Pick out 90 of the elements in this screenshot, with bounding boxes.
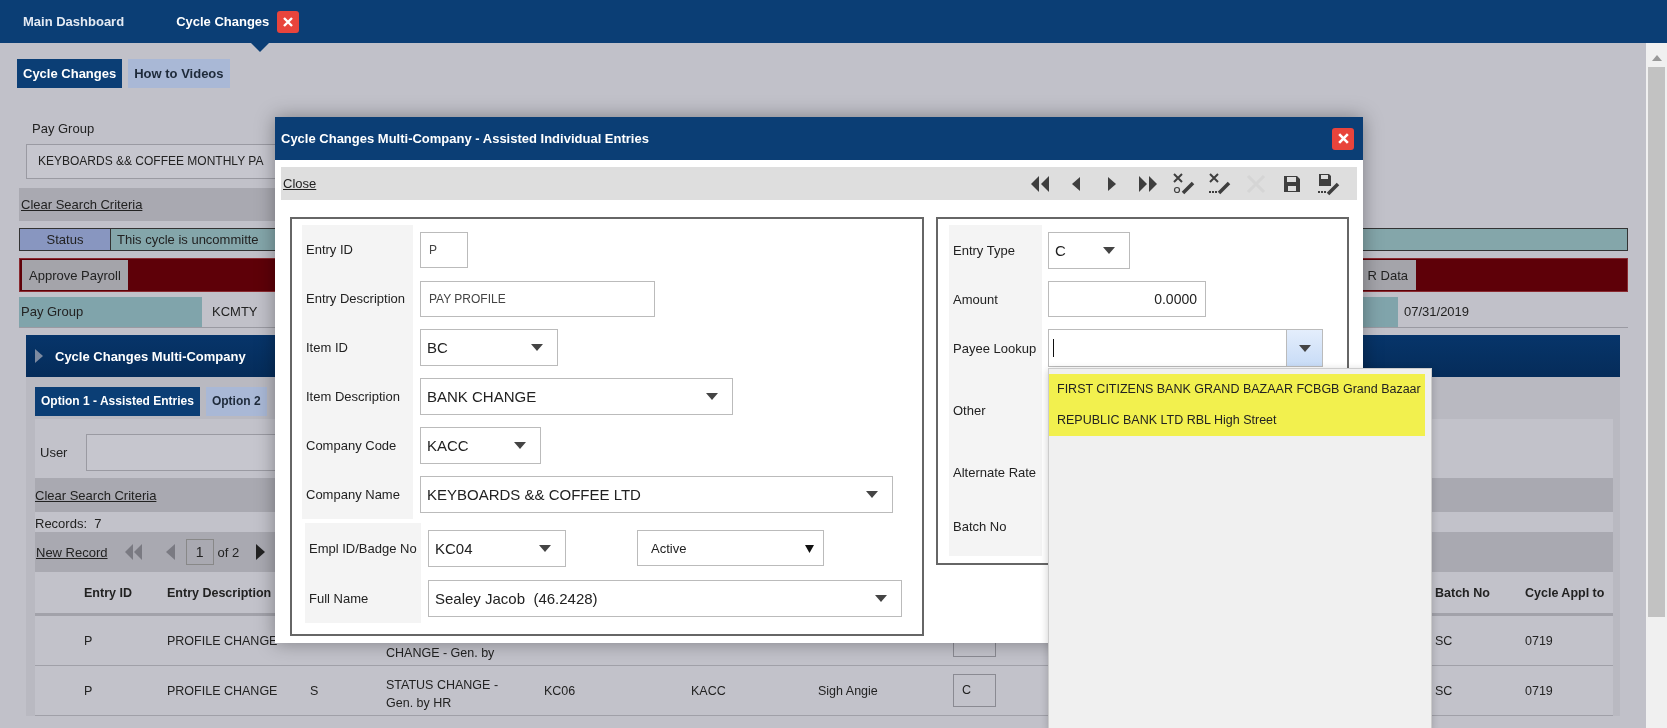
- dropdown-button[interactable]: [1286, 330, 1322, 366]
- field-label: Company Code: [305, 438, 398, 453]
- nav-tab[interactable]: Cycle Changes: [176, 0, 300, 43]
- text-field[interactable]: P: [420, 231, 468, 268]
- panel-title: Cycle Changes Multi-Company: [55, 348, 246, 364]
- select-field[interactable]: BC: [420, 329, 558, 366]
- page-count: of 2: [217, 544, 240, 560]
- field-label: User: [39, 445, 69, 460]
- field-label: Item ID: [305, 340, 349, 355]
- table-cell-text: KACC: [691, 683, 727, 698]
- caret-icon: [1103, 246, 1115, 254]
- field-label: Amount: [952, 291, 999, 307]
- table-cell-text: SC: [1435, 683, 1454, 698]
- select-field[interactable]: KC04: [428, 529, 566, 567]
- date-value: 07/31/2019: [1403, 303, 1471, 321]
- caret-icon: [875, 594, 887, 602]
- amount-field[interactable]: 0.0000: [1048, 281, 1206, 317]
- close-button[interactable]: [1332, 127, 1354, 150]
- table-cell-text: PROFILE CHANGE: [167, 633, 279, 648]
- table-cell-text: PROFILE CHANGE: [167, 683, 279, 698]
- table-cell-text: 0719: [1525, 633, 1554, 648]
- clear-search-link[interactable]: Clear Search Criteria: [35, 487, 157, 503]
- field-label: Payee Lookup: [952, 340, 1038, 356]
- table-cell-text: STATUS CHANGE - Gen. by HR: [386, 677, 500, 712]
- right-triangle-icon[interactable]: [35, 349, 43, 363]
- field-label: Empl ID/Badge No: [308, 540, 418, 556]
- nav-tab[interactable]: Main Dashboard: [23, 0, 125, 43]
- option-tab[interactable]: Option 1 - Assisted Entries: [35, 387, 200, 416]
- status-select[interactable]: Active: [637, 530, 824, 566]
- close-link[interactable]: Close: [283, 176, 317, 191]
- table-cell-text: Sigh Angie: [818, 683, 879, 698]
- close-tab-button[interactable]: [277, 10, 300, 33]
- table-cell-text: P: [84, 633, 94, 648]
- clear-search-link[interactable]: Clear Search Criteria: [21, 197, 143, 212]
- new-record-link[interactable]: New Record: [36, 544, 108, 560]
- close-icon: [282, 15, 295, 28]
- table-cell-text: S: [310, 683, 320, 698]
- column-header: Cycle Appl to: [1525, 585, 1606, 600]
- payee-lookup-field[interactable]: [1048, 329, 1323, 367]
- table-cell-text: KC06: [544, 683, 577, 698]
- page-tab[interactable]: Cycle Changes: [17, 59, 123, 88]
- field-label: Entry Type: [952, 242, 1016, 258]
- caret-icon: [706, 393, 718, 400]
- select-field[interactable]: C: [1048, 231, 1130, 269]
- select-field[interactable]: KEYBOARDS && COFFEE LTD: [420, 476, 893, 513]
- dialog-title: Cycle Changes Multi-Company - Assisted Individual Entries: [281, 131, 649, 146]
- field-label: Batch No: [952, 519, 1008, 534]
- text-field[interactable]: PAY PROFILE: [420, 280, 655, 317]
- field-label: Item Description: [305, 389, 401, 404]
- save-pencil-icon[interactable]: [1316, 171, 1340, 196]
- x-pencil-dots-icon[interactable]: [1208, 171, 1232, 196]
- table-cell-text: CHANGE - Gen. by: [386, 645, 496, 662]
- status-label: Status: [20, 229, 111, 250]
- x-pencil-sparkle-icon[interactable]: [1172, 171, 1196, 196]
- select-field[interactable]: Sealey Jacob (46.2428): [428, 579, 902, 617]
- column-header: Entry Description: [167, 585, 273, 600]
- status-text: This cycle is uncommitte: [116, 231, 259, 249]
- pay-group-value: KCMTY: [211, 303, 258, 321]
- page-number-field[interactable]: 1: [185, 539, 214, 565]
- caret-icon: [531, 344, 543, 351]
- field-label: Entry ID: [305, 242, 354, 257]
- caret-icon: [514, 442, 526, 449]
- page-tab[interactable]: How to Videos: [128, 59, 230, 88]
- field-label: Full Name: [308, 590, 370, 606]
- select-field[interactable]: KACC: [420, 427, 541, 464]
- column-header: Entry ID: [84, 585, 133, 600]
- approve-payroll-button[interactable]: Approve Payroll: [22, 260, 128, 290]
- field-label: Company Name: [305, 487, 401, 502]
- field-label: Entry Description: [305, 291, 406, 306]
- pay-group-label: Pay Group: [19, 297, 202, 327]
- close-icon: [1336, 132, 1350, 145]
- table-field[interactable]: C: [953, 674, 996, 707]
- dropdown-option[interactable]: FIRST CITIZENS BANK GRAND BAZAAR FCBGB Grand Bazaar: [1049, 374, 1425, 405]
- scrollbar-thumb[interactable]: [1648, 67, 1665, 617]
- column-header: Batch No: [1435, 585, 1491, 600]
- dropdown-option[interactable]: REPUBLIC BANK LTD RBL High Street: [1049, 405, 1425, 436]
- option-tab[interactable]: Option 2: [205, 387, 267, 416]
- table-cell-text: P: [84, 683, 94, 698]
- caret-icon: [539, 544, 551, 552]
- records-count: Records: 7: [35, 516, 102, 532]
- caret-icon: [1298, 344, 1311, 352]
- select-field[interactable]: BANK CHANGE: [420, 378, 733, 415]
- scrollbar[interactable]: [1646, 43, 1667, 728]
- table-cell-text: SC: [1435, 633, 1454, 648]
- field-label: Pay Group: [32, 121, 96, 137]
- caret-icon: [805, 543, 814, 553]
- table-cell-text: 0719: [1525, 683, 1554, 698]
- field-label: Alternate Rate: [952, 464, 1038, 480]
- field-label: Other: [952, 402, 987, 418]
- caret-icon: [866, 491, 878, 498]
